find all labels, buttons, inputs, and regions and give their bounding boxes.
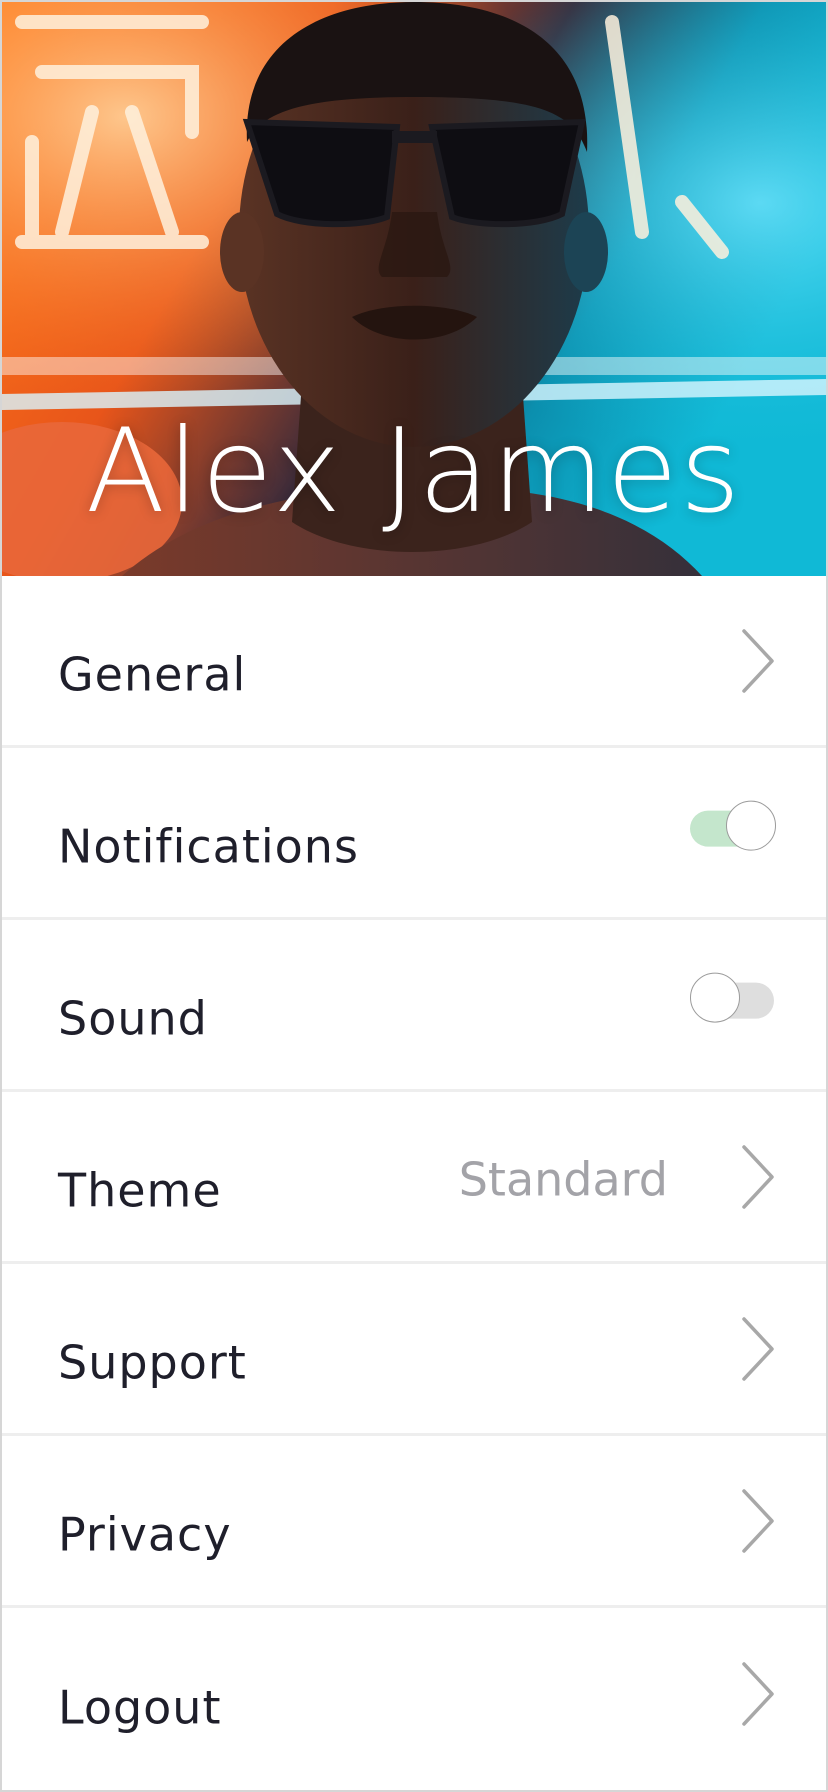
settings-row-sound: Sound [2, 920, 826, 1092]
chevron-right-icon [742, 1488, 774, 1553]
settings-row-general[interactable]: General [2, 576, 826, 748]
theme-value: Standard [458, 1152, 668, 1207]
row-label: Notifications [58, 819, 359, 873]
chevron-right-icon [742, 1144, 774, 1209]
profile-header: Alex James [2, 2, 826, 576]
settings-row-theme[interactable]: Theme Standard [2, 1092, 826, 1264]
settings-screen: Alex James General Notifications Sound T… [0, 0, 828, 1792]
chevron-right-icon [742, 1316, 774, 1381]
row-label: General [58, 647, 247, 701]
toggle-knob [690, 972, 740, 1023]
toggle-knob [726, 800, 776, 851]
row-label: Privacy [58, 1507, 232, 1561]
settings-row-logout[interactable]: Logout [2, 1608, 826, 1780]
chevron-right-icon [742, 628, 774, 693]
notifications-toggle[interactable] [690, 800, 776, 854]
sound-toggle[interactable] [690, 972, 774, 1026]
settings-row-notifications: Notifications [2, 748, 826, 920]
row-label: Logout [58, 1680, 222, 1735]
profile-name: Alex James [85, 404, 743, 539]
settings-row-privacy[interactable]: Privacy [2, 1436, 826, 1608]
settings-list: General Notifications Sound Theme Standa… [2, 576, 826, 1780]
row-label: Support [58, 1335, 247, 1389]
settings-row-support[interactable]: Support [2, 1264, 826, 1436]
row-label: Sound [58, 991, 208, 1045]
chevron-right-icon [742, 1662, 774, 1726]
row-label: Theme [58, 1163, 222, 1217]
